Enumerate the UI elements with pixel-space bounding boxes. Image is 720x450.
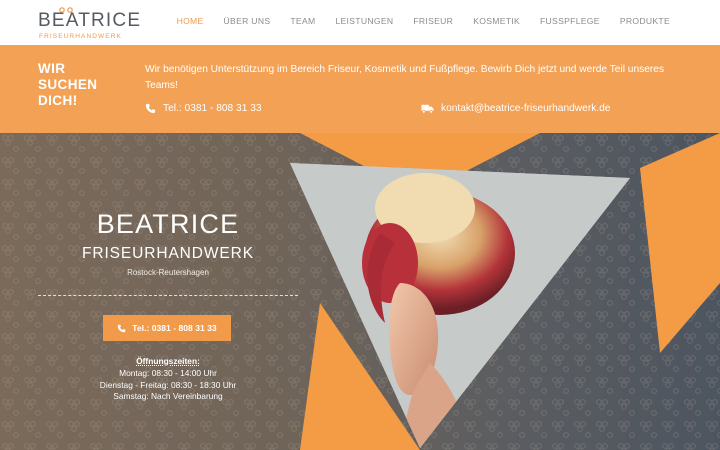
banner-email-text: kontakt@beatrice-friseurhandwerk.de [441,103,611,114]
opening-hours: Öffnungszeiten: Montag: 08:30 - 14:00 Uh… [38,356,298,403]
nav-home[interactable]: HOME [177,16,204,26]
banner-title-line1: WIR [38,61,66,76]
nav-leistungen[interactable]: LEISTUNGEN [335,16,393,26]
hero-location: Rostock-Reutershagen [127,268,209,277]
opening-hours-title: Öffnungszeiten: [136,356,200,366]
nav-fusspflege[interactable]: FUSSPFLEGE [540,16,600,26]
hero-section: BEATRICE FRISEURHANDWERK Rostock-Reuters… [0,133,720,450]
phone-icon [145,103,156,114]
banner-text: Wir benötigen Unterstützung im Bereich F… [145,64,665,91]
phone-icon [118,324,126,332]
nav-ueber-uns[interactable]: ÜBER UNS [224,16,271,26]
main-nav: HOME ÜBER UNS TEAM LEISTUNGEN FRISEUR KO… [157,16,670,26]
logo-title: BEATRICE [38,10,142,31]
banner-phone-text: Tel.: 0381 - 808 31 33 [163,103,262,114]
orange-triangle-right [640,133,720,353]
banner-email-link[interactable]: kontakt@beatrice-friseurhandwerk.de [421,103,610,114]
opening-hours-line: Montag: 08:30 - 14:00 Uhr [119,367,217,378]
banner-title: WIR SUCHEN DICH! [38,61,118,109]
site-header: BEATRICE FRISEURHANDWERK HOME ÜBER UNS T… [0,0,720,45]
logo-subtitle: FRISEURHANDWERK [39,33,122,40]
divider [38,295,298,296]
nav-produkte[interactable]: PRODUKTE [620,16,670,26]
opening-hours-line: Samstag: Nach Vereinbarung [113,391,223,402]
opening-hours-line: Dienstag - Freitag: 08:30 - 18:30 Uhr [99,379,237,390]
scissors-icon [59,7,73,13]
hero-subtitle: FRISEURHANDWERK [82,245,254,262]
nav-kosmetik[interactable]: KOSMETIK [473,16,520,26]
nav-friseur[interactable]: FRISEUR [413,16,453,26]
call-button[interactable]: Tel.: 0381 - 808 31 33 [103,315,231,341]
banner-title-line3: DICH! [38,93,78,108]
call-button-label: Tel.: 0381 - 808 31 33 [132,323,217,333]
truck-icon [421,104,434,114]
nav-team[interactable]: TEAM [290,16,315,26]
banner-title-line2: SUCHEN [38,77,98,92]
job-banner: WIR SUCHEN DICH! Wir benötigen Unterstüt… [0,45,720,133]
hero-title: BEATRICE [96,209,240,239]
logo[interactable]: BEATRICE FRISEURHANDWERK [38,7,140,40]
banner-phone-link[interactable]: Tel.: 0381 - 808 31 33 [145,103,262,114]
